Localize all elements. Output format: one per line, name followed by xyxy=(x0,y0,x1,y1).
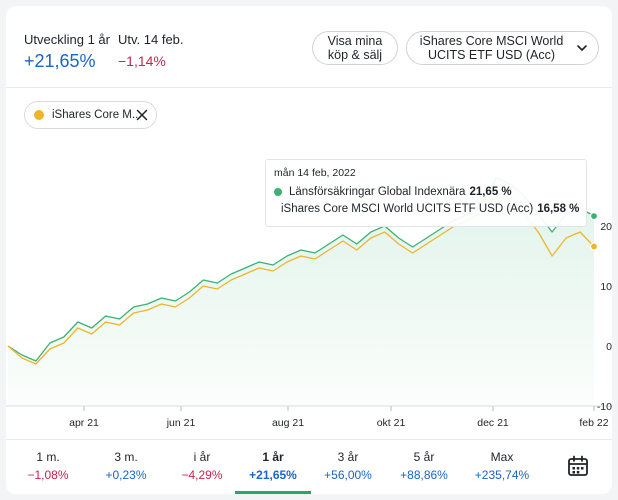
period-tabs: 1 m. −1,08% 3 m. +0,23% i år −4,29% 1 år… xyxy=(6,439,612,494)
performance-card: Utveckling 1 år +21,65% Utv. 14 feb. −1,… xyxy=(6,6,612,494)
compare-chip[interactable]: iShares Core M... xyxy=(24,101,157,129)
series-color-dot xyxy=(34,110,44,120)
tab-label: Max xyxy=(490,450,514,464)
tooltip-row-2-name: iShares Core MSCI World UCITS ETF USD (A… xyxy=(281,203,534,215)
tab-ytd[interactable]: i år −4,29% xyxy=(166,450,238,482)
development-label: Utveckling 1 år xyxy=(24,32,110,47)
chevron-down-icon xyxy=(576,42,588,57)
tab-3y[interactable]: 3 år +56,00% xyxy=(312,450,384,482)
tooltip-date: mån 14 feb, 2022 xyxy=(274,167,356,179)
tab-value: +0,23% xyxy=(105,468,147,482)
tab-3m[interactable]: 3 m. +0,23% xyxy=(90,450,162,482)
tab-label: 5 år xyxy=(413,450,435,464)
chart-tooltip: mån 14 feb, 2022 Länsförsäkringar Global… xyxy=(265,159,587,227)
x-tick-label: aug 21 xyxy=(272,417,304,429)
tab-label: 1 m. xyxy=(36,450,60,464)
tab-value: −1,08% xyxy=(27,468,69,482)
tab-1m[interactable]: 1 m. −1,08% xyxy=(12,450,84,482)
y-tick-label: 10 xyxy=(600,281,612,293)
x-tick-label: okt 21 xyxy=(377,417,406,429)
tab-value: +88,86% xyxy=(400,468,448,482)
fund-selector[interactable]: iShares Core MSCI World UCITS ETF USD (A… xyxy=(406,31,599,65)
tab-value: +21,65% xyxy=(249,468,297,482)
card-header: Utveckling 1 år +21,65% Utv. 14 feb. −1,… xyxy=(6,6,612,88)
calendar-icon[interactable] xyxy=(566,454,590,483)
fund-selector-line2: UCITS ETF USD (Acc) xyxy=(427,48,556,62)
show-trades-button[interactable]: Visa mina köp & sälj xyxy=(312,31,398,65)
tab-value: −4,29% xyxy=(181,468,223,482)
x-tick-label: apr 21 xyxy=(69,417,99,429)
tooltip-dot-green xyxy=(274,188,282,196)
tooltip-row-1: Länsförsäkringar Global Indexnära 21,65 … xyxy=(274,186,578,198)
fund-selector-line1: iShares Core MSCI World xyxy=(419,34,564,48)
date-value: −1,14% xyxy=(118,53,166,69)
development-stat: Utveckling 1 år +21,65% xyxy=(24,32,110,72)
tooltip-row-1-value: 21,65 % xyxy=(469,186,512,198)
y-tick-label: 20 xyxy=(600,221,612,233)
date-label: Utv. 14 feb. xyxy=(118,32,184,47)
tooltip-row-2: iShares Core MSCI World UCITS ETF USD (A… xyxy=(274,203,580,215)
tab-label: 1 år xyxy=(262,450,284,464)
show-trades-line2: köp & sälj xyxy=(327,48,383,62)
active-tab-indicator xyxy=(235,491,311,494)
tab-5y[interactable]: 5 år +88,86% xyxy=(388,450,460,482)
date-stat: Utv. 14 feb. −1,14% xyxy=(118,32,184,69)
tooltip-row-2-value: 16,58 % xyxy=(537,203,580,215)
hover-marker-yellow xyxy=(589,242,599,251)
hover-marker-green xyxy=(589,211,599,221)
y-tick-label: -10 xyxy=(597,401,612,413)
tab-1y[interactable]: 1 år +21,65% xyxy=(237,450,309,482)
tab-max[interactable]: Max +235,74% xyxy=(466,450,538,482)
fund-selector-label: iShares Core MSCI World UCITS ETF USD (A… xyxy=(420,34,564,62)
compare-chip-label: iShares Core M... xyxy=(52,109,142,121)
x-tick-label: jun 21 xyxy=(166,417,196,429)
y-tick-label: 0 xyxy=(606,341,612,353)
tab-label: 3 år xyxy=(337,450,359,464)
tab-label: 3 m. xyxy=(114,450,138,464)
tooltip-row-1-name: Länsförsäkringar Global Indexnära xyxy=(289,186,466,198)
tab-label: i år xyxy=(193,450,211,464)
close-icon[interactable] xyxy=(136,109,148,124)
tab-value: +235,74% xyxy=(474,468,530,482)
development-value: +21,65% xyxy=(24,51,96,71)
show-trades-line1: Visa mina xyxy=(327,34,383,48)
tab-value: +56,00% xyxy=(324,468,372,482)
x-tick-label: dec 21 xyxy=(477,417,509,429)
show-trades-label: Visa mina köp & sälj xyxy=(328,34,383,62)
x-tick-label: feb 22 xyxy=(579,417,608,429)
